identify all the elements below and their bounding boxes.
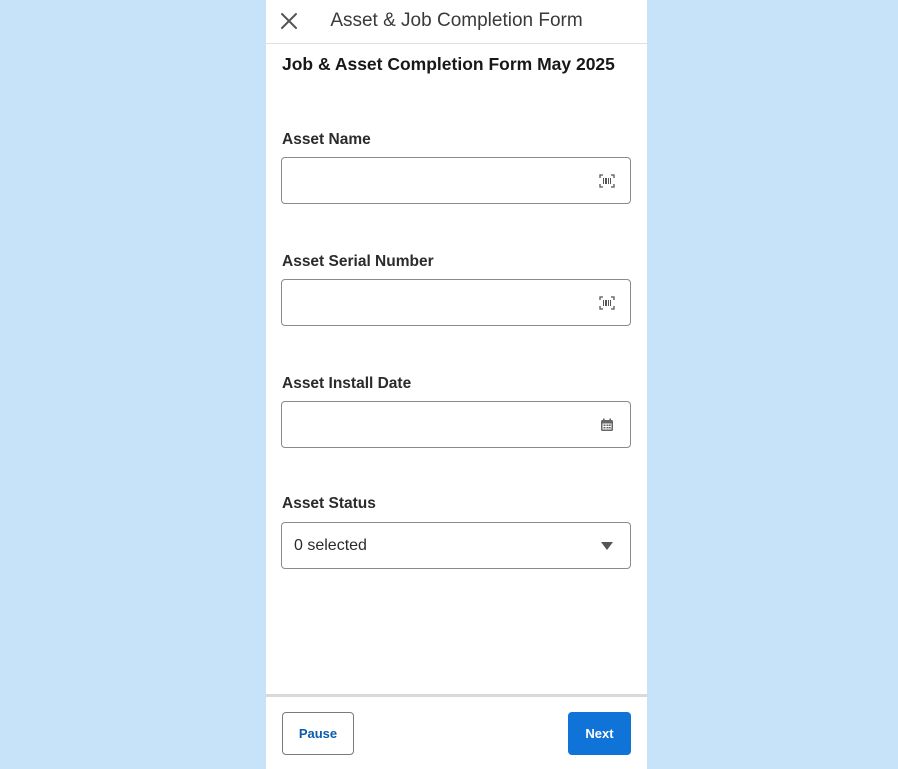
asset-name-input[interactable]: [281, 157, 631, 204]
asset-install-date-input[interactable]: [281, 401, 631, 448]
footer-bar: Pause Next: [266, 694, 647, 769]
asset-status-select[interactable]: 0 selected: [281, 522, 631, 569]
asset-name-label: Asset Name: [282, 131, 371, 148]
asset-serial-number-input[interactable]: [281, 279, 631, 326]
pause-button[interactable]: Pause: [282, 712, 354, 755]
asset-serial-number-label: Asset Serial Number: [282, 253, 434, 270]
calendar-icon[interactable]: [598, 416, 616, 434]
asset-status-label: Asset Status: [282, 495, 376, 512]
asset-status-value: 0 selected: [294, 536, 367, 554]
form-screen: Asset & Job Completion Form Job & Asset …: [266, 0, 647, 769]
header-bar: Asset & Job Completion Form: [266, 0, 647, 44]
next-button[interactable]: Next: [568, 712, 631, 755]
barcode-scan-icon[interactable]: [598, 294, 616, 312]
barcode-scan-icon[interactable]: [598, 172, 616, 190]
chevron-down-icon: [598, 537, 616, 555]
asset-install-date-label: Asset Install Date: [282, 375, 412, 392]
form-title: Job & Asset Completion Form May 2025: [282, 54, 615, 74]
header-title: Asset & Job Completion Form: [330, 10, 583, 31]
